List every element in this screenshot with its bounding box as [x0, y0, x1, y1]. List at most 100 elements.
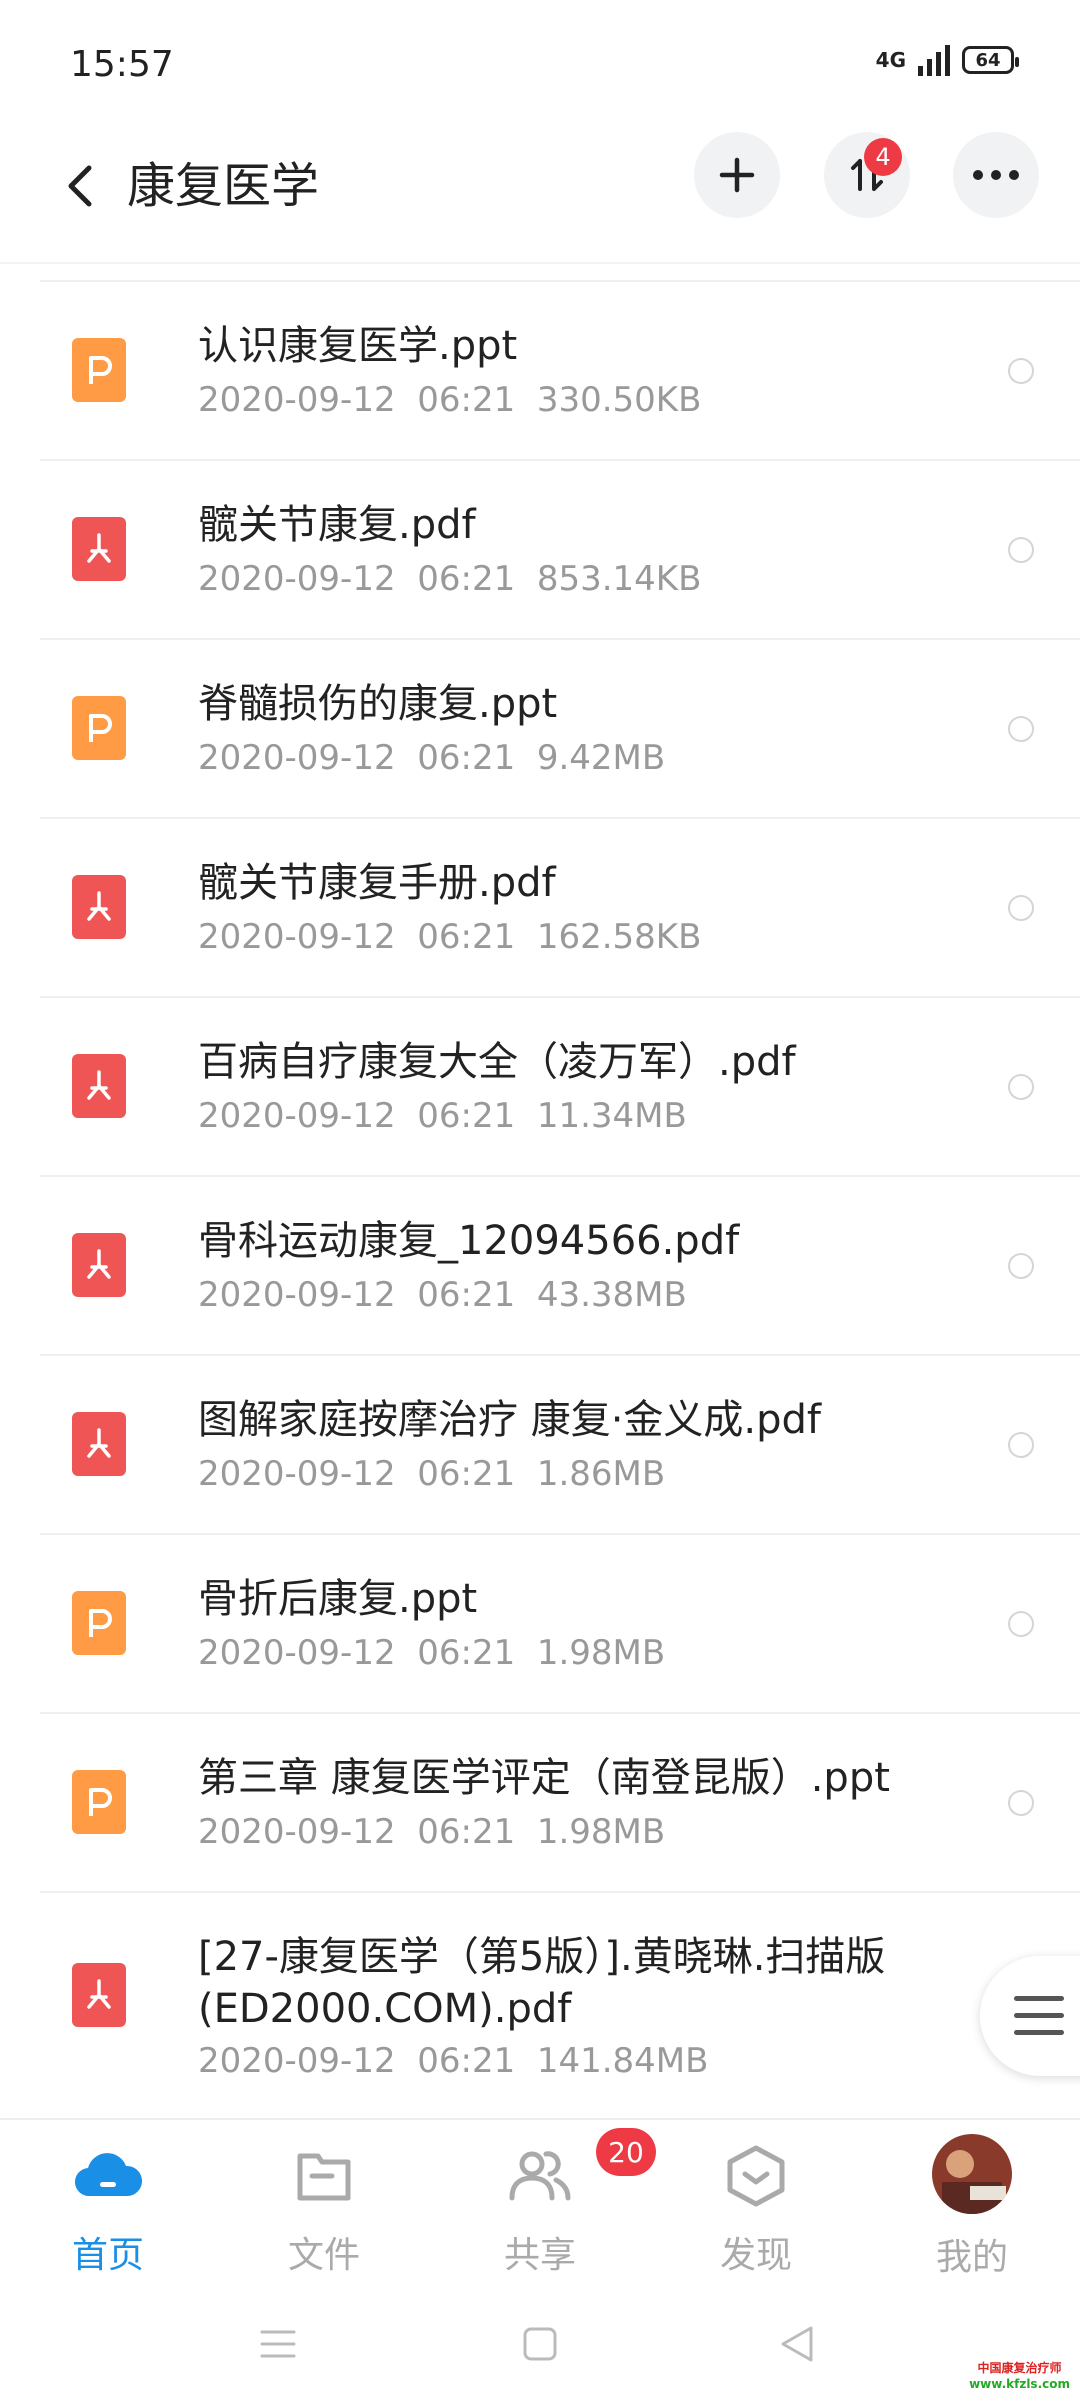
- file-date: 2020-09-12: [198, 1633, 396, 1673]
- file-name: 脊髓损伤的康复.ppt: [198, 681, 558, 727]
- file-date: 2020-09-12: [198, 917, 396, 957]
- add-button[interactable]: [694, 132, 780, 218]
- file-row[interactable]: 百病自疗康复大全（凌万军）.pdf 2020-09-12 06:21 11.34…: [0, 996, 1080, 1175]
- menu-line-icon: [1014, 2013, 1064, 2018]
- file-row[interactable]: 图解家庭按摩治疗 康复·金义成.pdf 2020-09-12 06:21 1.8…: [0, 1354, 1080, 1533]
- file-row[interactable]: 脊髓损伤的康复.ppt 2020-09-12 06:21 9.42MB: [0, 638, 1080, 817]
- file-row[interactable]: 骨科运动康复_12094566.pdf 2020-09-12 06:21 43.…: [0, 1175, 1080, 1354]
- signal-icon: [918, 44, 950, 76]
- nav-share[interactable]: 20 共享: [470, 2128, 656, 2280]
- file-date: 2020-09-12: [198, 1454, 396, 1494]
- menu-icon: [260, 2330, 296, 2358]
- row-divider: [40, 1354, 1080, 1356]
- select-radio[interactable]: [1008, 895, 1034, 921]
- select-radio[interactable]: [1008, 1074, 1034, 1100]
- header: 康复医学 4: [0, 120, 1080, 260]
- file-size: 853.14KB: [536, 559, 702, 599]
- row-divider: [40, 1891, 1080, 1893]
- nav-label: 首页: [71, 2235, 144, 2276]
- row-divider: [40, 459, 1080, 461]
- nav-mine[interactable]: 我的: [902, 2134, 1042, 2280]
- row-divider: [40, 1533, 1080, 1535]
- nav-files[interactable]: 文件: [254, 2140, 394, 2280]
- file-date: 2020-09-12: [198, 559, 396, 599]
- file-name: 百病自疗康复大全（凌万军）.pdf: [198, 1039, 796, 1085]
- file-meta: 2020-09-12 06:21 1.98MB: [198, 1633, 665, 1673]
- file-meta: 2020-09-12 06:21 330.50KB: [198, 380, 701, 420]
- transfer-count-badge: 4: [864, 138, 902, 176]
- file-size: 1.86MB: [536, 1454, 666, 1494]
- watermark-line: www.kfzls.com: [969, 2377, 1070, 2391]
- status-bar: 15:57 4G 64: [0, 0, 1080, 120]
- select-radio[interactable]: [1008, 1432, 1034, 1458]
- file-list: 认识康复医学.ppt 2020-09-12 06:21 330.50KB 髋关节…: [0, 280, 1080, 2117]
- pdf-file-icon: [72, 1233, 126, 1297]
- file-size: 43.38MB: [536, 1275, 687, 1315]
- row-divider: [40, 280, 1080, 282]
- file-row[interactable]: 第三章 康复医学评定（南登昆版）.ppt 2020-09-12 06:21 1.…: [0, 1712, 1080, 1891]
- status-icons: 4G 64: [875, 44, 1019, 76]
- more-dots-icon: [973, 170, 1019, 180]
- system-home-button[interactable]: [512, 2316, 568, 2372]
- file-size: 162.58KB: [536, 917, 702, 957]
- header-divider: [0, 262, 1080, 264]
- select-radio[interactable]: [1008, 716, 1034, 742]
- file-meta: 2020-09-12 06:21 162.58KB: [198, 917, 701, 957]
- nav-label: 文件: [287, 2235, 360, 2276]
- file-row[interactable]: [27-康复医学（第5版）].黄晓琳.扫描版(ED2000.COM).pdf 2…: [0, 1891, 1080, 2117]
- file-size: 1.98MB: [536, 1812, 666, 1852]
- nav-label: 我的: [935, 2237, 1008, 2278]
- file-date: 2020-09-12: [198, 2041, 396, 2081]
- file-size: 9.42MB: [536, 738, 666, 778]
- file-name: 髋关节康复.pdf: [198, 502, 476, 548]
- file-meta: 2020-09-12 06:21 853.14KB: [198, 559, 701, 599]
- back-arrow-icon: [68, 165, 92, 207]
- system-back-button[interactable]: [768, 2316, 824, 2372]
- file-row[interactable]: 髋关节康复.pdf 2020-09-12 06:21 853.14KB: [0, 459, 1080, 638]
- share-count-badge: 20: [596, 2128, 656, 2176]
- select-radio[interactable]: [1008, 1611, 1034, 1637]
- file-date: 2020-09-12: [198, 380, 396, 420]
- file-time: 06:21: [417, 1096, 516, 1136]
- select-radio[interactable]: [1008, 1790, 1034, 1816]
- nav-label: 共享: [503, 2235, 576, 2276]
- cloud-icon: [72, 2140, 144, 2212]
- watermark-line: 中国康复治疗师: [977, 2361, 1062, 2375]
- file-row[interactable]: 骨折后康复.ppt 2020-09-12 06:21 1.98MB: [0, 1533, 1080, 1712]
- file-time: 06:21: [417, 1454, 516, 1494]
- ppt-file-icon: [72, 1770, 126, 1834]
- system-nav-bar: 中国康复治疗师 www.kfzls.com: [0, 2290, 1080, 2400]
- status-time: 15:57: [70, 44, 174, 85]
- transfer-button[interactable]: 4: [824, 132, 910, 218]
- network-type-icon: 4G: [875, 48, 906, 72]
- nav-label: 发现: [719, 2235, 792, 2276]
- row-divider: [40, 1175, 1080, 1177]
- discover-icon: [720, 2140, 792, 2212]
- pdf-file-icon: [72, 1054, 126, 1118]
- pdf-file-icon: [72, 517, 126, 581]
- more-button[interactable]: [953, 132, 1039, 218]
- select-radio[interactable]: [1008, 358, 1034, 384]
- pdf-file-icon: [72, 875, 126, 939]
- file-time: 06:21: [417, 380, 516, 420]
- file-row[interactable]: 髋关节康复手册.pdf 2020-09-12 06:21 162.58KB: [0, 817, 1080, 996]
- select-radio[interactable]: [1008, 537, 1034, 563]
- back-button[interactable]: [48, 154, 112, 218]
- file-meta: 2020-09-12 06:21 141.84MB: [198, 2041, 708, 2081]
- file-date: 2020-09-12: [198, 1275, 396, 1315]
- plus-icon: [719, 157, 755, 193]
- file-name: 图解家庭按摩治疗 康复·金义成.pdf: [198, 1397, 822, 1443]
- file-meta: 2020-09-12 06:21 11.34MB: [198, 1096, 687, 1136]
- select-radio[interactable]: [1008, 1253, 1034, 1279]
- file-name: 骨折后康复.ppt: [198, 1576, 478, 1622]
- nav-discover[interactable]: 发现: [686, 2140, 826, 2280]
- file-date: 2020-09-12: [198, 1812, 396, 1852]
- triangle-back-icon: [781, 2326, 813, 2362]
- file-date: 2020-09-12: [198, 738, 396, 778]
- system-menu-button[interactable]: [250, 2316, 306, 2372]
- ppt-file-icon: [72, 338, 126, 402]
- nav-home[interactable]: 首页: [38, 2140, 178, 2280]
- file-row[interactable]: 认识康复医学.ppt 2020-09-12 06:21 330.50KB: [0, 280, 1080, 459]
- file-time: 06:21: [417, 559, 516, 599]
- file-time: 06:21: [417, 2041, 516, 2081]
